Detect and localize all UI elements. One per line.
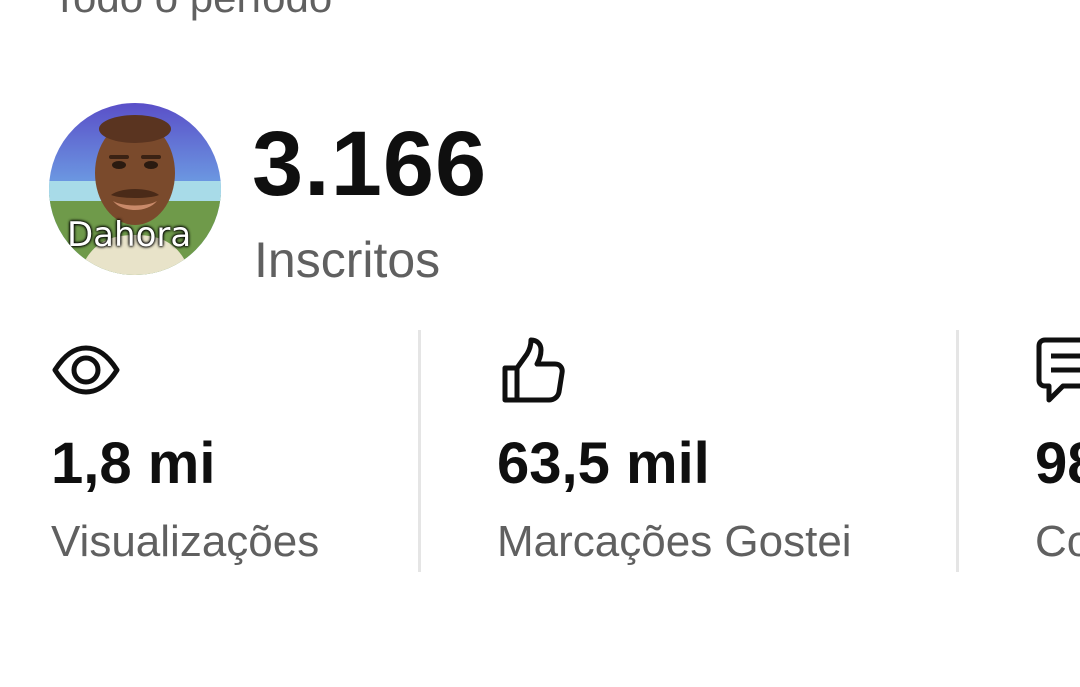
stat-views-value: 1,8 mi [51,431,216,496]
comment-icon [1035,334,1080,404]
subscribers-label: Inscritos [254,232,441,288]
stat-comments-value: 98 [1035,431,1080,496]
subscribers-count: 3.166 [252,113,488,215]
stat-comments-label: Comentários [1035,517,1080,566]
stats-row: 1,8 mi Visualizações 63,5 mil Marcações … [0,330,1080,575]
channel-avatar[interactable]: Dahora [49,103,221,275]
stat-likes-label: Marcações Gostei [497,517,852,566]
avatar-text: Dahora [67,215,192,255]
stat-comments[interactable]: 98 Comentários [1035,330,1080,575]
stat-views-label: Visualizações [51,517,320,566]
period-label: Todo o período [52,0,332,22]
stat-likes-value: 63,5 mil [497,431,710,496]
eye-icon [51,334,121,404]
stat-divider [956,330,959,572]
thumbs-up-icon [497,334,567,404]
stat-divider [418,330,421,572]
